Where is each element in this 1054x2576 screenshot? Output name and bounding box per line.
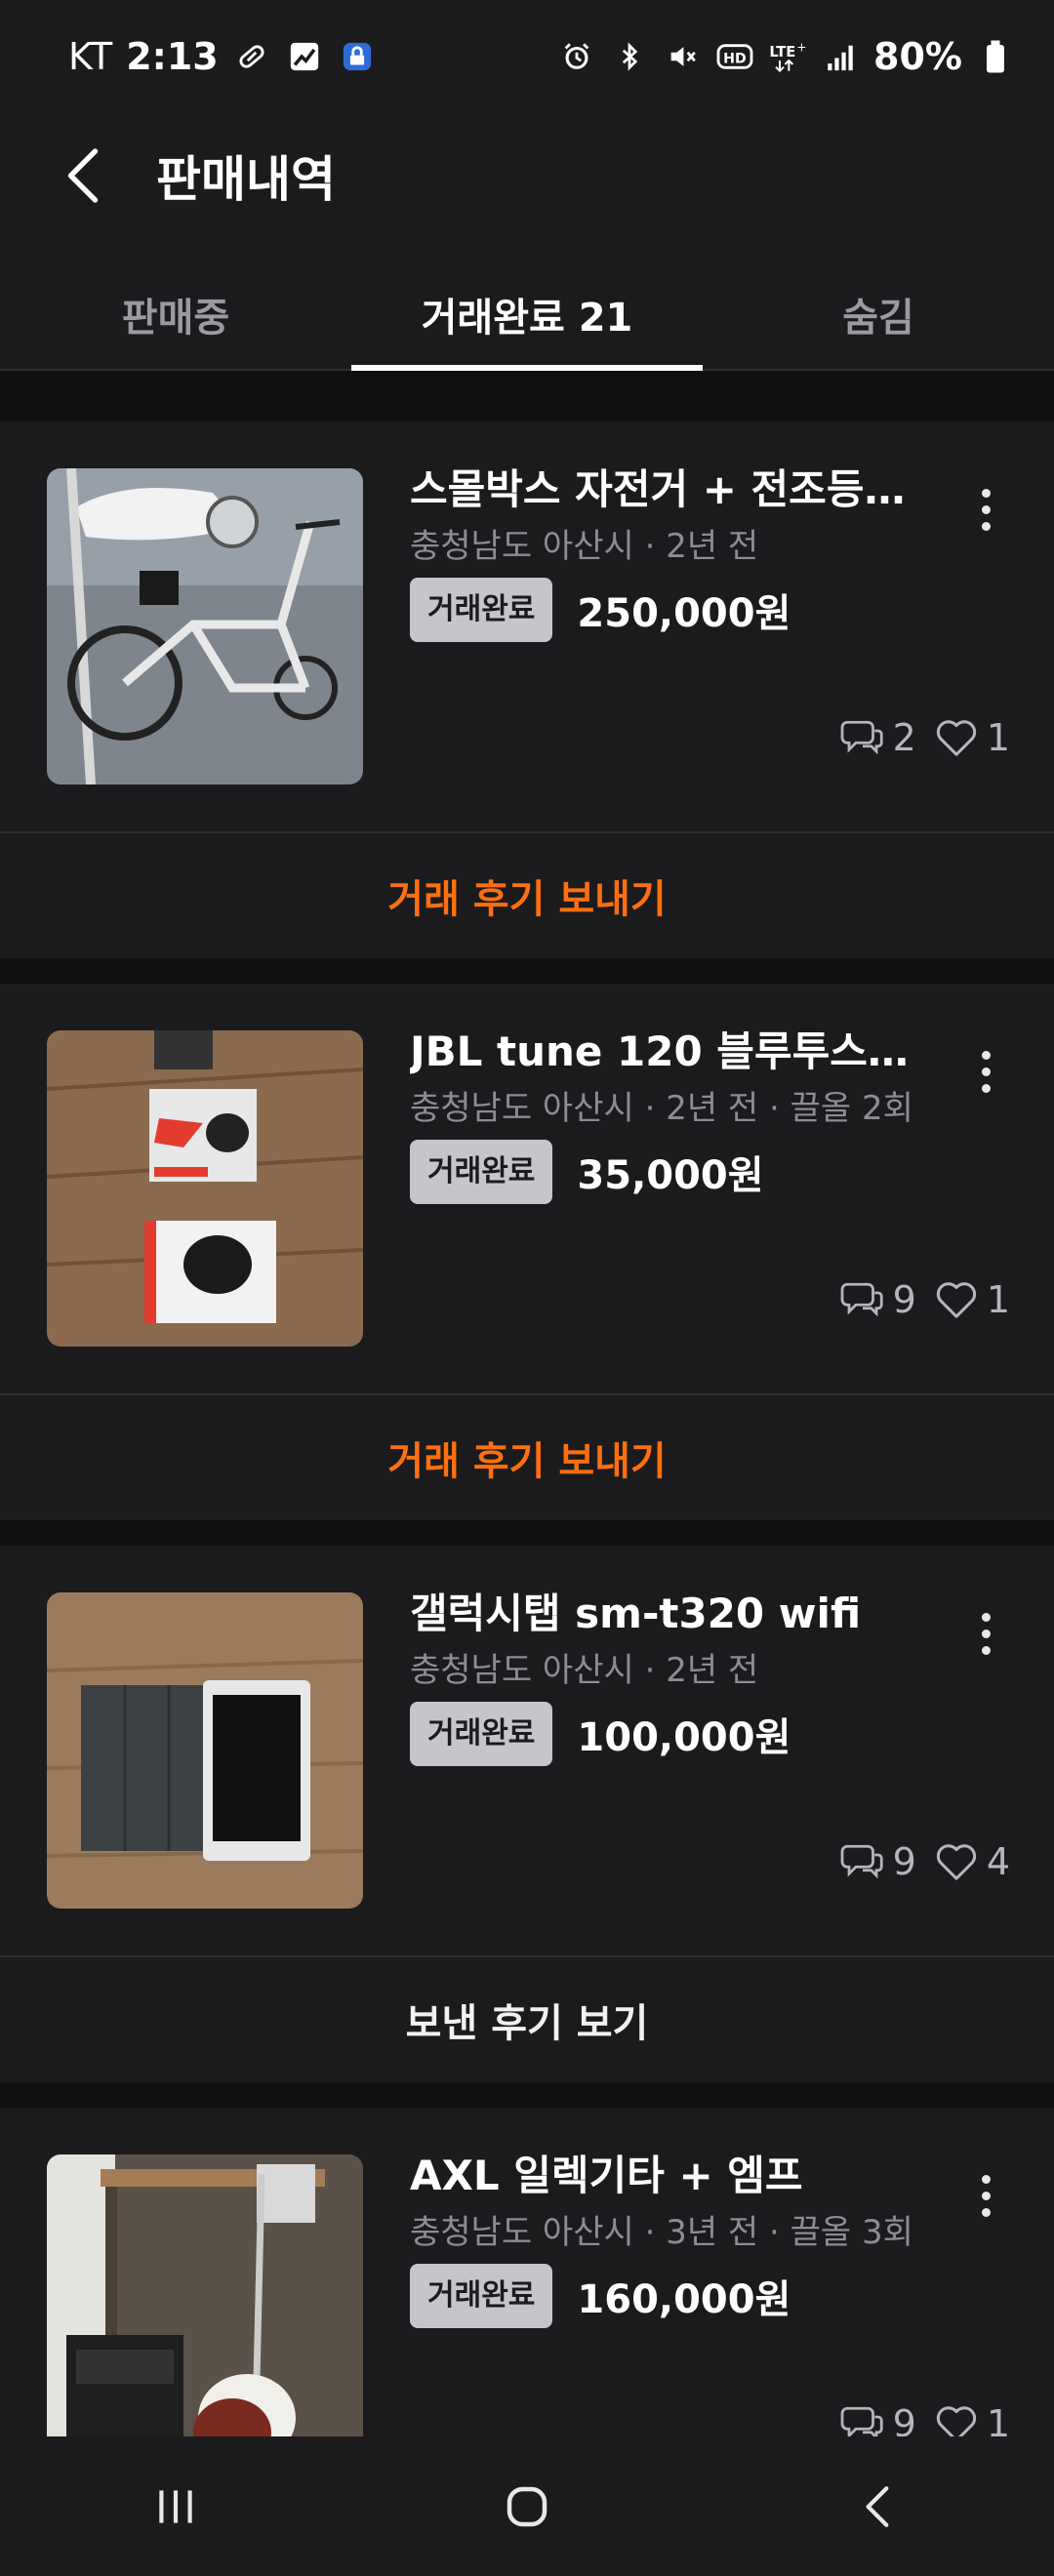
system-nav-bar bbox=[0, 2436, 1054, 2576]
status-left: KT 2:13 bbox=[68, 35, 377, 78]
heart-icon bbox=[936, 2406, 976, 2436]
more-options-button[interactable] bbox=[956, 470, 1015, 548]
item-info: AXL 일렉기타 + 엠프 충청남도 아산시 · 3년 전 · 끌올 3회 거래… bbox=[410, 2147, 917, 2328]
status-badge: 거래완료 bbox=[410, 578, 553, 642]
divider bbox=[0, 2082, 1054, 2108]
view-sent-review-button[interactable]: 보낸 후기 보기 bbox=[0, 1955, 1054, 2082]
item-price: 250,000원 bbox=[577, 591, 791, 636]
item-price: 160,000원 bbox=[577, 2277, 791, 2322]
lock-icon bbox=[338, 37, 377, 76]
item-title: AXL 일렉기타 + 엠프 bbox=[410, 2152, 803, 2199]
list-item[interactable]: AXL 일렉기타 + 엠프 충청남도 아산시 · 3년 전 · 끌올 3회 거래… bbox=[0, 2108, 1054, 2436]
tab-selling[interactable]: 판매중 bbox=[0, 259, 351, 369]
status-right: HD LTE + 80% bbox=[557, 35, 1015, 78]
heart-icon bbox=[936, 1844, 976, 1880]
heart-icon bbox=[936, 1282, 976, 1318]
alarm-icon bbox=[557, 37, 596, 76]
status-badge: 거래완료 bbox=[410, 1140, 553, 1204]
mute-icon bbox=[663, 37, 702, 76]
svg-text:HD: HD bbox=[723, 51, 747, 66]
divider bbox=[0, 958, 1054, 984]
recent-apps-button[interactable] bbox=[98, 2436, 254, 2576]
more-options-button[interactable] bbox=[956, 2156, 1015, 2234]
item-info: 스몰박스 자전거 + 전조등 + 후미등 충청남도 아산시 · 2년 전 거래완… bbox=[410, 461, 917, 642]
back-icon bbox=[866, 2485, 889, 2527]
status-time: 2:13 bbox=[126, 34, 219, 78]
send-review-button[interactable]: 거래 후기 보내기 bbox=[0, 1393, 1054, 1520]
more-options-button[interactable] bbox=[956, 1032, 1015, 1110]
product-image-tablet[interactable] bbox=[47, 1592, 363, 1909]
tab-bar: 판매중 거래완료 21 숨김 bbox=[0, 259, 1054, 371]
back-arrow-icon bbox=[67, 148, 99, 203]
battery-percent: 80% bbox=[873, 34, 962, 78]
tab-completed[interactable]: 거래완료 21 bbox=[351, 259, 703, 371]
status-bar: KT 2:13 HD LTE + 80% bbox=[0, 0, 1054, 112]
item-price: 100,000원 bbox=[577, 1715, 791, 1760]
back-button[interactable] bbox=[24, 112, 142, 239]
item-counts: 2 1 bbox=[840, 716, 1010, 759]
chat-icon bbox=[840, 2406, 883, 2436]
carrier-label: KT bbox=[68, 34, 113, 78]
product-image-bicycle[interactable] bbox=[47, 468, 363, 785]
item-counts: 9 1 bbox=[840, 2402, 1010, 2436]
chat-icon bbox=[840, 1282, 883, 1317]
item-title: JBL tune 120 블루투스 이어폰 bbox=[410, 1027, 917, 1075]
product-image-guitar[interactable] bbox=[47, 2154, 363, 2436]
signal-icon bbox=[821, 37, 860, 76]
list-item[interactable]: 갤럭시탭 sm-t320 wifi 충청남도 아산시 · 2년 전 거래완료 1… bbox=[0, 1546, 1054, 1955]
like-count: 4 bbox=[986, 1840, 1010, 1883]
chat-count: 2 bbox=[892, 716, 916, 759]
tab-hidden[interactable]: 숨김 bbox=[703, 259, 1054, 369]
item-info: JBL tune 120 블루투스 이어폰 충청남도 아산시 · 2년 전 · … bbox=[410, 1023, 917, 1204]
price-row: 거래완료 160,000원 bbox=[410, 2264, 917, 2328]
chat-count: 9 bbox=[892, 1840, 916, 1883]
chat-count: 9 bbox=[892, 2402, 916, 2436]
chat-count: 9 bbox=[892, 1278, 916, 1321]
like-count: 1 bbox=[986, 716, 1010, 759]
lte-icon: LTE + bbox=[768, 37, 807, 76]
like-count: 1 bbox=[986, 1278, 1010, 1321]
item-counts: 9 1 bbox=[840, 1278, 1010, 1321]
list-item[interactable]: JBL tune 120 블루투스 이어폰 충청남도 아산시 · 2년 전 · … bbox=[0, 984, 1054, 1393]
bluetooth-icon bbox=[610, 37, 649, 76]
item-counts: 9 4 bbox=[840, 1840, 1010, 1883]
item-info: 갤럭시탭 sm-t320 wifi 충청남도 아산시 · 2년 전 거래완료 1… bbox=[410, 1585, 917, 1766]
svg-text:+: + bbox=[796, 40, 806, 54]
hd-icon: HD bbox=[715, 37, 754, 76]
price-row: 거래완료 100,000원 bbox=[410, 1702, 917, 1766]
status-badge: 거래완료 bbox=[410, 2264, 553, 2328]
item-title: 갤럭시탭 sm-t320 wifi bbox=[410, 1590, 862, 1637]
chat-icon bbox=[840, 720, 883, 755]
item-meta: 충청남도 아산시 · 2년 전 bbox=[410, 527, 759, 566]
heart-icon bbox=[936, 720, 976, 756]
divider bbox=[0, 371, 1054, 422]
list-item[interactable]: 스몰박스 자전거 + 전조등 + 후미등 충청남도 아산시 · 2년 전 거래완… bbox=[0, 422, 1054, 831]
like-count: 1 bbox=[986, 2402, 1010, 2436]
app-header: 판매내역 bbox=[0, 112, 1054, 239]
battery-icon bbox=[976, 37, 1015, 76]
send-review-button[interactable]: 거래 후기 보내기 bbox=[0, 831, 1054, 958]
chart-icon bbox=[285, 37, 324, 76]
divider bbox=[0, 1520, 1054, 1546]
home-button[interactable] bbox=[449, 2436, 605, 2576]
price-row: 거래완료 250,000원 bbox=[410, 578, 917, 642]
system-back-button[interactable] bbox=[800, 2436, 956, 2576]
item-title: 스몰박스 자전거 + 전조등 + 후미등 bbox=[410, 465, 917, 513]
pill-icon bbox=[232, 37, 271, 76]
svg-text:LTE: LTE bbox=[769, 44, 795, 60]
recent-apps-icon bbox=[159, 2489, 192, 2523]
item-meta: 충청남도 아산시 · 2년 전 · 끌올 2회 bbox=[410, 1089, 913, 1128]
chat-icon bbox=[840, 1844, 883, 1879]
item-meta: 충청남도 아산시 · 3년 전 · 끌올 3회 bbox=[410, 2213, 913, 2252]
status-badge: 거래완료 bbox=[410, 1702, 553, 1766]
price-row: 거래완료 35,000원 bbox=[410, 1140, 917, 1204]
item-meta: 충청남도 아산시 · 2년 전 bbox=[410, 1651, 759, 1690]
product-image-earbuds[interactable] bbox=[47, 1030, 363, 1347]
home-icon bbox=[507, 2486, 547, 2526]
item-price: 35,000원 bbox=[577, 1153, 764, 1198]
page-title: 판매내역 bbox=[156, 151, 336, 208]
more-options-button[interactable] bbox=[956, 1594, 1015, 1672]
